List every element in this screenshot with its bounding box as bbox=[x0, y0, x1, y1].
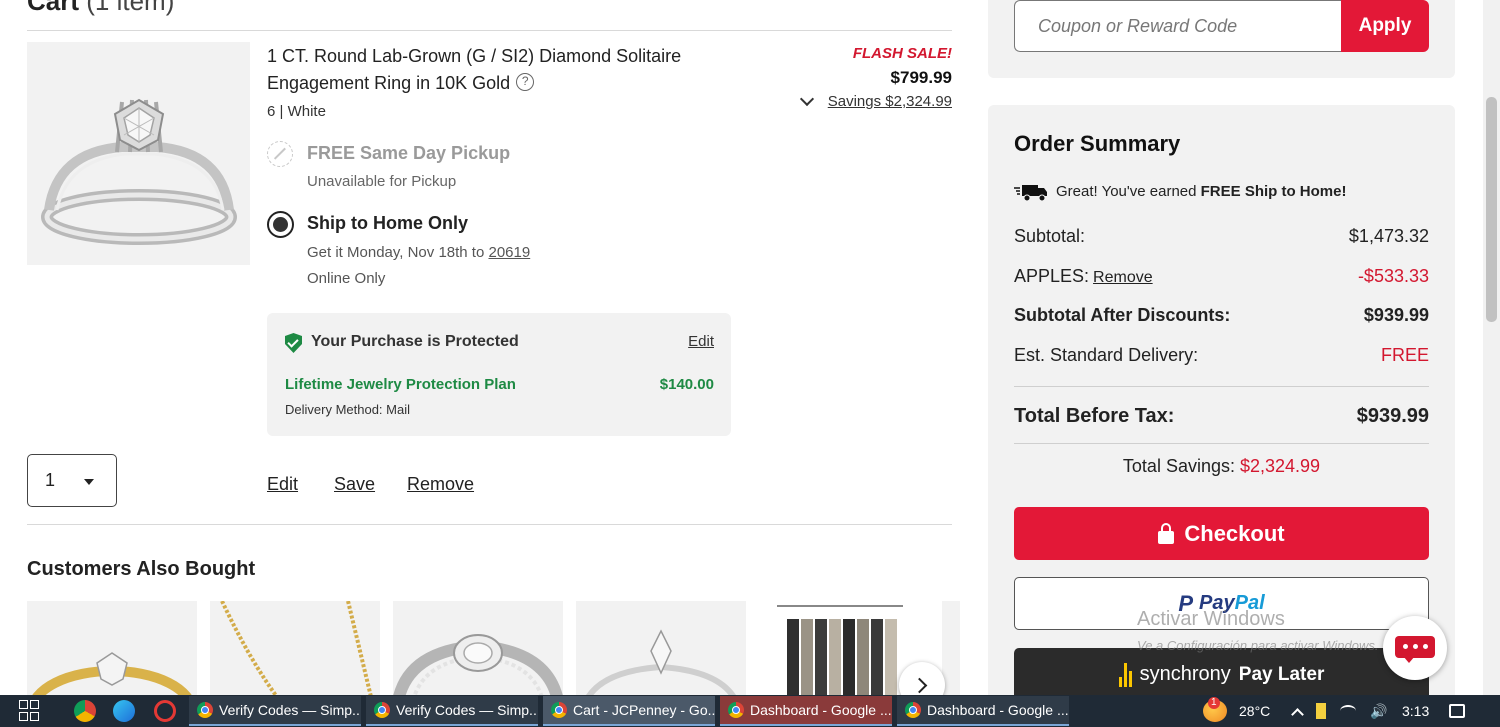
quantity-select[interactable]: 1 bbox=[27, 454, 117, 507]
app-icon[interactable] bbox=[154, 700, 176, 722]
flash-sale-badge: FLASH SALE! bbox=[852, 45, 952, 62]
pickup-radio bbox=[267, 141, 293, 167]
divider bbox=[1014, 386, 1429, 387]
quantity-value: 1 bbox=[45, 470, 56, 490]
lock-icon bbox=[1158, 523, 1175, 544]
product-name[interactable]: 1 CT. Round Lab-Grown (G / SI2) Diamond … bbox=[267, 43, 737, 97]
page: Cart (1 item) 1 CT. Round Lab-Grown (G /… bbox=[0, 0, 1500, 695]
protection-delivery-method: Delivery Method: Mail bbox=[285, 402, 410, 417]
ship-note: Online Only bbox=[307, 270, 386, 287]
taskbar-window[interactable]: Verify Codes — Simp... bbox=[366, 696, 538, 726]
windows-activation-watermark: Activar Windows bbox=[1137, 608, 1285, 630]
wifi-icon[interactable] bbox=[1340, 705, 1356, 717]
recommendations-title: Customers Also Bought bbox=[27, 558, 256, 580]
remove-discount-link[interactable]: Remove bbox=[1093, 269, 1153, 286]
recommended-product[interactable] bbox=[393, 601, 563, 695]
subtotal-after-discounts-row: Subtotal After Discounts: $939.99 bbox=[1014, 305, 1429, 325]
recommended-product[interactable] bbox=[576, 601, 746, 695]
protection-plan-price: $140.00 bbox=[659, 376, 714, 393]
free-shipping-message: Great! You've earned FREE Ship to Home! bbox=[1056, 183, 1347, 200]
ship-eta: Get it Monday, Nov 18th to 20619 bbox=[307, 244, 531, 261]
synchrony-logo-icon bbox=[1118, 662, 1132, 687]
windows-start-icon[interactable] bbox=[19, 700, 41, 722]
divider bbox=[27, 524, 952, 525]
remove-item-link[interactable]: Remove bbox=[407, 474, 474, 495]
apply-coupon-button[interactable]: Apply bbox=[1341, 0, 1429, 52]
carousel-next-button[interactable] bbox=[899, 662, 945, 695]
chrome-icon bbox=[374, 702, 390, 718]
ship-to-home-radio[interactable] bbox=[267, 211, 294, 238]
zip-link[interactable]: 20619 bbox=[488, 244, 530, 261]
clock[interactable]: 3:13 bbox=[1402, 695, 1429, 727]
protection-title: Your Purchase is Protected bbox=[311, 333, 519, 350]
taskbar-window[interactable]: Cart - JCPenney - Go... bbox=[543, 696, 715, 726]
pickup-status: Unavailable for Pickup bbox=[307, 173, 457, 190]
chrome-icon bbox=[905, 702, 921, 718]
save-item-link[interactable]: Save bbox=[334, 474, 375, 495]
chevron-down-icon bbox=[799, 91, 814, 106]
total-before-tax-row: Total Before Tax: $939.99 bbox=[1014, 405, 1429, 427]
delivery-row: Est. Standard Delivery: FREE bbox=[1014, 345, 1429, 365]
ship-to-home-title[interactable]: Ship to Home Only bbox=[307, 213, 468, 234]
chrome-icon bbox=[728, 702, 744, 718]
temperature: 28°C bbox=[1239, 703, 1271, 719]
chrome-icon bbox=[197, 702, 213, 718]
divider bbox=[1014, 443, 1429, 444]
weather-icon: 1 bbox=[1203, 697, 1227, 722]
coupon-input[interactable] bbox=[1014, 0, 1342, 52]
order-summary-title: Order Summary bbox=[1014, 131, 1181, 156]
scrollbar-thumb[interactable] bbox=[1486, 97, 1497, 322]
volume-icon[interactable]: 🔊 bbox=[1370, 703, 1387, 720]
recommended-product[interactable] bbox=[210, 601, 380, 695]
caret-down-icon bbox=[84, 479, 94, 485]
taskbar-window[interactable]: Dashboard - Google ... bbox=[720, 696, 892, 726]
synchrony-pay-later-button[interactable]: synchrony Pay Later bbox=[1014, 648, 1429, 695]
chrome-icon bbox=[551, 702, 567, 718]
chat-button[interactable] bbox=[1383, 616, 1447, 680]
taskbar-window[interactable]: Verify Codes — Simp... bbox=[189, 696, 361, 726]
taskbar: Verify Codes — Simp... Verify Codes — Si… bbox=[0, 695, 1500, 727]
edit-item-link[interactable]: Edit bbox=[267, 474, 298, 495]
pickup-title: FREE Same Day Pickup bbox=[307, 143, 511, 163]
product-image[interactable] bbox=[27, 42, 250, 265]
help-icon[interactable]: ? bbox=[516, 73, 535, 92]
protection-edit-link[interactable]: Edit bbox=[688, 333, 714, 350]
windows-activation-hint: Ve a Configuración para activar Windows. bbox=[1137, 638, 1379, 653]
cart-title: Cart (1 item) bbox=[27, 0, 175, 16]
product-variant: 6 | White bbox=[267, 103, 326, 120]
recommended-product[interactable] bbox=[27, 601, 197, 695]
total-savings: Total Savings: $2,324.99 bbox=[1122, 456, 1321, 476]
savings-toggle[interactable]: Savings $2,324.99 bbox=[799, 91, 952, 110]
taskbar-window[interactable]: Dashboard - Google ... bbox=[897, 696, 1069, 726]
product-price: $799.99 bbox=[890, 68, 952, 87]
chevron-up-icon[interactable] bbox=[1291, 707, 1304, 721]
discount-row: APPLES: Remove -$533.33 bbox=[1014, 266, 1429, 286]
protection-box: Your Purchase is Protected Edit Lifetime… bbox=[267, 313, 731, 436]
battery-icon[interactable] bbox=[1316, 703, 1326, 719]
subtotal-row: Subtotal: $1,473.32 bbox=[1014, 226, 1429, 246]
checkout-button[interactable]: Checkout bbox=[1014, 507, 1429, 560]
divider bbox=[27, 30, 952, 31]
truck-icon bbox=[1014, 185, 1047, 201]
system-tray[interactable]: 🔊 bbox=[1291, 695, 1387, 727]
edge-icon[interactable] bbox=[113, 700, 135, 722]
weather-widget[interactable]: 1 28°C bbox=[1203, 695, 1270, 727]
savings-link[interactable]: Savings $2,324.99 bbox=[828, 93, 952, 110]
notifications-icon[interactable] bbox=[1449, 695, 1465, 727]
shield-check-icon bbox=[285, 333, 302, 353]
chrome-icon[interactable] bbox=[74, 700, 96, 722]
protection-plan-name: Lifetime Jewelry Protection Plan bbox=[285, 376, 516, 393]
